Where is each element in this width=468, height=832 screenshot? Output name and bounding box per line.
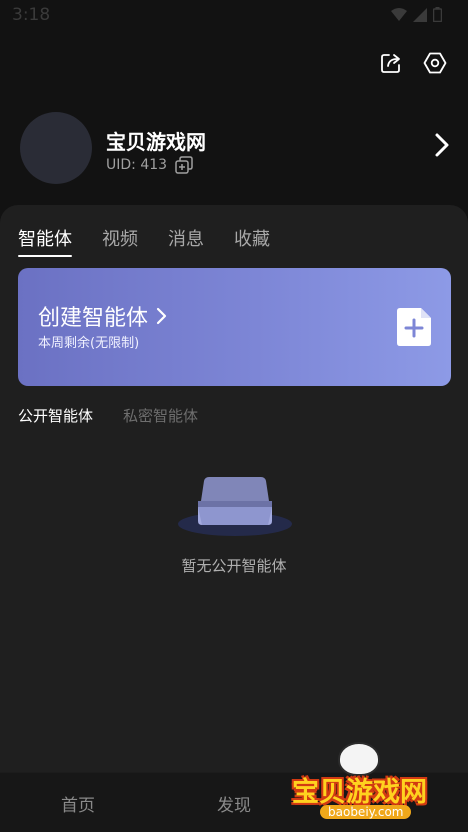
agent-subtabs: 公开智能体 私密智能体 bbox=[18, 405, 198, 426]
create-agent-title: 创建智能体 bbox=[38, 306, 149, 331]
settings-icon bbox=[423, 52, 447, 74]
create-agent-quota: 本周剩余(无限制) bbox=[38, 336, 140, 351]
profile-name: 宝贝游戏网 bbox=[106, 130, 206, 154]
empty-inbox-icon bbox=[178, 477, 292, 536]
profile-header[interactable]: 宝贝游戏网 UID: 413 bbox=[20, 112, 450, 186]
wifi-icon bbox=[391, 7, 407, 21]
add-file-icon[interactable] bbox=[397, 308, 431, 346]
status-icons bbox=[391, 7, 442, 22]
create-title-row: 创建智能体 bbox=[38, 300, 168, 332]
nav-discover[interactable]: 发现 bbox=[217, 791, 251, 816]
content-panel: 智能体 视频 消息 收藏 创建智能体 本周剩余(无限制) 公开智能体 私密智能体… bbox=[0, 205, 468, 832]
settings-button[interactable] bbox=[422, 50, 448, 76]
top-actions bbox=[378, 50, 448, 76]
copy-icon[interactable] bbox=[175, 156, 193, 174]
uid-text: UID: 413 bbox=[106, 157, 168, 173]
status-bar: 3:18 bbox=[0, 0, 468, 32]
watermark-name: 宝贝游戏网 bbox=[292, 777, 427, 808]
avatar[interactable] bbox=[20, 112, 92, 184]
create-agent-card[interactable]: 创建智能体 本周剩余(无限制) bbox=[18, 268, 451, 386]
nav-home[interactable]: 首页 bbox=[61, 791, 95, 816]
share-icon bbox=[381, 54, 400, 73]
signal-icon bbox=[413, 7, 427, 22]
main-tabs: 智能体 视频 消息 收藏 bbox=[18, 225, 270, 257]
tab-favorites[interactable]: 收藏 bbox=[234, 225, 270, 257]
tab-agents[interactable]: 智能体 bbox=[18, 225, 72, 257]
chevron-right-icon bbox=[435, 133, 449, 157]
empty-state-message: 暂无公开智能体 bbox=[181, 557, 287, 575]
subtab-private-agents[interactable]: 私密智能体 bbox=[123, 405, 198, 426]
profile-chevron-button[interactable] bbox=[434, 132, 450, 162]
share-button[interactable] bbox=[378, 50, 404, 76]
battery-icon bbox=[433, 7, 442, 22]
status-time: 3:18 bbox=[12, 5, 51, 25]
subtab-public-agents[interactable]: 公开智能体 bbox=[18, 405, 93, 426]
site-watermark-logo: 宝贝游戏网 baobeiy.com bbox=[292, 742, 440, 828]
watermark-url: baobeiy.com bbox=[320, 805, 412, 819]
tab-messages[interactable]: 消息 bbox=[168, 225, 204, 257]
tab-videos[interactable]: 视频 bbox=[102, 225, 138, 257]
uid-row: UID: 413 bbox=[106, 156, 193, 174]
chevron-right-icon bbox=[156, 307, 167, 325]
